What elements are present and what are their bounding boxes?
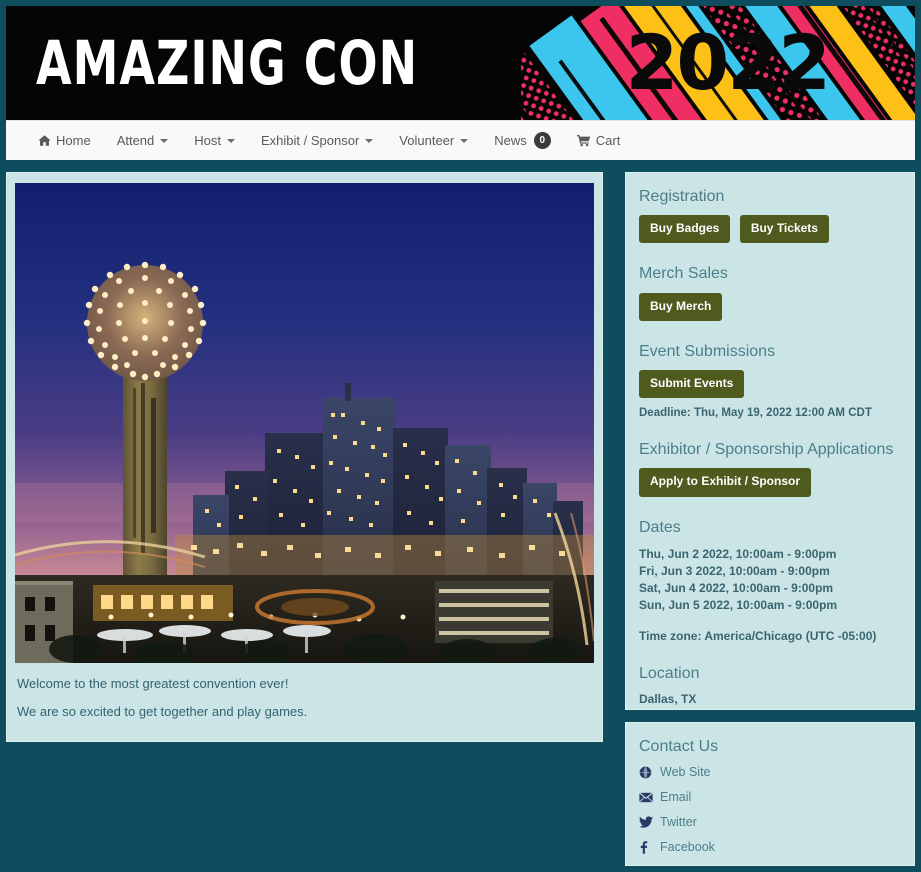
registration-heading: Registration	[639, 188, 725, 205]
buy-badges-button[interactable]: Buy Badges	[639, 215, 731, 244]
contact-heading: Contact Us	[639, 738, 719, 755]
nav-item-exhibit-sponsor[interactable]: Exhibit / Sponsor	[261, 133, 374, 148]
globe-icon	[639, 766, 654, 779]
contact-label: Twitter	[660, 815, 697, 830]
page-root: AMAZING CON 2022 Home Attend Host Exhibi…	[0, 0, 921, 872]
news-count-badge: 0	[533, 132, 551, 149]
home-icon	[38, 134, 51, 147]
event-submissions-heading: Event Submissions	[639, 342, 776, 360]
envelope-icon	[639, 792, 654, 803]
contact-link-twitter[interactable]: Twitter	[639, 815, 901, 829]
twitter-icon	[639, 816, 654, 828]
dates-list: Thu, Jun 2 2022, 10:00am - 9:00pm Fri, J…	[639, 546, 901, 614]
welcome-text: Welcome to the most greatest convention …	[17, 676, 587, 732]
nav-item-news[interactable]: News 0	[494, 132, 551, 149]
nav-label: Home	[56, 133, 91, 148]
date-row: Sat, Jun 4 2022, 10:00am - 9:00pm	[639, 580, 834, 595]
dates-heading: Dates	[639, 518, 681, 536]
submissions-buttons: Submit Events	[639, 369, 901, 399]
main-navigation: Home Attend Host Exhibit / Sponsor Volun…	[6, 120, 915, 160]
exhibitor-buttons: Apply to Exhibit / Sponsor	[639, 468, 901, 497]
cart-icon	[576, 134, 591, 147]
submission-deadline: Deadline: Thu, May 19, 2022 12:00 AM CDT	[639, 407, 872, 420]
exhibitor-heading: Exhibitor / Sponsorship Applications	[639, 441, 894, 459]
facebook-icon	[639, 840, 654, 854]
nav-item-cart[interactable]: Cart	[576, 133, 621, 148]
sidebar-contact-panel: Contact Us Web Site Email Twitter Facebo…	[625, 722, 915, 866]
chevron-down-icon	[460, 138, 469, 143]
main-content-panel: Welcome to the most greatest convention …	[6, 172, 603, 742]
hero-image-svg	[15, 183, 594, 663]
contact-label: Email	[660, 790, 692, 805]
contact-label: Web Site	[660, 765, 711, 780]
nav-label: Cart	[595, 133, 621, 148]
date-row: Fri, Jun 3 2022, 10:00am - 9:00pm	[639, 563, 830, 578]
chevron-down-icon	[227, 138, 236, 143]
apply-exhibit-sponsor-button[interactable]: Apply to Exhibit / Sponsor	[639, 468, 811, 497]
buy-merch-button[interactable]: Buy Merch	[639, 292, 723, 321]
chevron-down-icon	[365, 138, 374, 143]
date-row: Sun, Jun 5 2022, 10:00am - 9:00pm	[639, 597, 838, 612]
banner-year: 2022	[625, 18, 831, 107]
merch-buttons: Buy Merch	[639, 292, 901, 321]
welcome-paragraph-1: Welcome to the most greatest convention …	[17, 676, 289, 691]
nav-item-attend[interactable]: Attend	[117, 133, 169, 148]
nav-item-home[interactable]: Home	[38, 133, 91, 148]
location-value: Dallas, TX	[639, 692, 697, 706]
event-banner: AMAZING CON 2022	[6, 6, 915, 120]
site-header: AMAZING CON 2022 Home Attend Host Exhibi…	[6, 6, 915, 160]
nav-label: Exhibit / Sponsor	[261, 133, 360, 148]
registration-buttons: Buy Badges Buy Tickets	[639, 215, 901, 244]
nav-label: Attend	[116, 133, 155, 148]
nav-item-volunteer[interactable]: Volunteer	[399, 133, 469, 148]
timezone-text: Time zone: America/Chicago (UTC -05:00)	[639, 628, 877, 643]
contact-label: Facebook	[660, 840, 715, 855]
nav-label: Host	[194, 133, 222, 148]
chevron-down-icon	[160, 138, 169, 143]
merch-heading: Merch Sales	[639, 265, 728, 283]
contact-link-facebook[interactable]: Facebook	[639, 840, 901, 854]
nav-label: News	[494, 133, 527, 148]
submit-events-button[interactable]: Submit Events	[639, 369, 745, 399]
contact-link-website[interactable]: Web Site	[639, 765, 901, 779]
welcome-paragraph-2: We are so excited to get together and pl…	[17, 704, 308, 719]
hero-image	[15, 183, 594, 663]
contact-link-email[interactable]: Email	[639, 790, 901, 804]
date-row: Thu, Jun 2 2022, 10:00am - 9:00pm	[639, 546, 837, 561]
buy-tickets-button[interactable]: Buy Tickets	[739, 215, 829, 244]
banner-title: AMAZING CON	[36, 27, 419, 99]
sidebar-info-panel: Registration Buy Badges Buy Tickets Merc…	[625, 172, 915, 710]
location-heading: Location	[639, 664, 700, 682]
nav-item-host[interactable]: Host	[194, 133, 236, 148]
nav-label: Volunteer	[399, 133, 455, 148]
